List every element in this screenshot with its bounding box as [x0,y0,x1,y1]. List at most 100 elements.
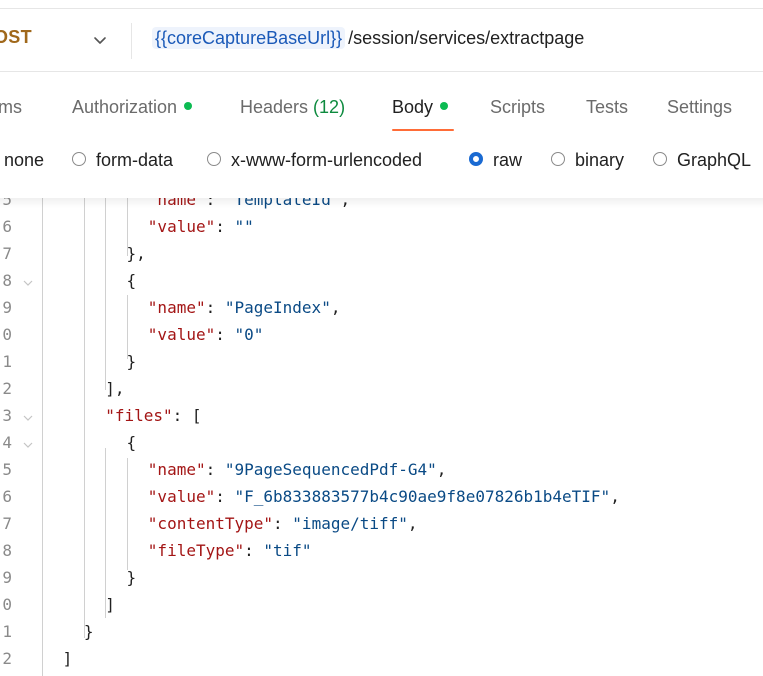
tab-label: Settings [667,97,733,117]
code-line: 9 "name": "PageIndex", [0,298,763,325]
json-key: "value" [147,325,216,344]
indent-guide [127,458,128,570]
line-number: 7 [2,514,12,533]
code-text: "fileType": "tif" [148,541,312,560]
fold-chevron-icon[interactable] [22,277,34,289]
code-text: ] [105,595,115,614]
line-number: 5 [2,460,12,479]
fold-chevron-icon[interactable] [22,412,34,424]
radio-form-data[interactable] [72,152,86,166]
code-text: { [127,433,137,452]
json-punctuation: : [205,298,225,317]
line-number: 0 [2,325,12,344]
json-punctuation: ] [62,649,73,668]
code-line: 8{ [0,271,763,298]
tab-settings[interactable]: Settings [667,97,732,118]
line-number: 3 [2,406,12,425]
url-variable[interactable]: {{coreCaptureBaseUrl}} [152,27,346,49]
mode-form-data[interactable]: form-data [96,150,173,171]
radio-raw[interactable] [469,152,483,166]
code-text: "contentType": "image/tiff", [148,514,418,533]
fold-chevron-icon[interactable] [22,439,34,451]
json-punctuation: , [610,487,620,506]
code-line: 0 "value": "0" [0,325,763,352]
code-line: 6 "value": "F_6b833883577b4c90ae9f8e07826… [0,487,763,514]
tab-label: Body [392,97,434,117]
code-line: 2], [0,379,763,406]
json-punctuation: ] [105,595,115,614]
line-number: 2 [2,649,12,668]
tab-count: (12) [313,97,346,117]
json-key: "files" [105,406,173,425]
code-line: 5 "name": "9PageSequencedPdf-G4", [0,460,763,487]
mode-raw[interactable]: raw [493,150,522,171]
tab-label: rams [0,97,22,117]
tab-body[interactable]: Body [392,97,449,118]
indent-guide [105,448,106,618]
code-text: }, [127,244,146,263]
radio-graphql[interactable] [653,152,667,166]
line-number: 2 [2,379,12,398]
code-line: 1} [0,352,763,379]
code-editor[interactable]: 5"name": "TemplateId",6"value": ""7},8{9… [0,198,763,676]
json-punctuation: ], [105,379,125,398]
json-punctuation: : [244,541,264,560]
json-punctuation: : [215,487,235,506]
mode-urlencoded[interactable]: x-www-form-urlencoded [231,150,422,171]
code-text: ], [105,379,124,398]
code-text: { [127,271,137,290]
radio-urlencoded[interactable] [207,152,221,166]
json-punctuation: : [215,217,235,236]
request-tabs: rams Authorization Headers (12) Body Scr… [0,86,763,132]
indent-guide [127,295,128,359]
code-text: "files": [ [105,406,201,425]
json-punctuation: , [436,460,447,479]
code-text: "value": "F_6b833883577b4c90ae9f8e07826b… [148,487,620,506]
json-string: "9PageSequencedPdf-G4" [224,460,437,479]
json-punctuation: }, [126,244,146,263]
indent-guide [84,198,85,638]
tab-scripts[interactable]: Scripts [490,97,545,118]
json-punctuation: : [273,514,293,533]
tab-authorization[interactable]: Authorization [72,97,193,118]
line-number: 7 [2,244,12,263]
json-punctuation: { [126,433,137,452]
line-number: 6 [2,217,12,236]
radio-binary[interactable] [551,152,565,166]
tab-params[interactable]: rams [0,97,22,118]
line-number: 4 [2,433,12,452]
json-key: "value" [147,217,216,236]
line-number: 0 [2,595,12,614]
indent-guide [105,198,106,390]
body-type-selector: none form-data x-www-form-urlencoded raw… [0,146,763,176]
json-string: "" [234,217,254,236]
code-line: 7}, [0,244,763,271]
json-string: "PageIndex" [224,298,331,317]
method-select[interactable]: OST [0,27,32,48]
chevron-down-icon[interactable] [92,32,108,48]
active-tab-indicator [392,129,454,131]
tab-tests[interactable]: Tests [586,97,628,118]
mode-graphql[interactable]: GraphQL [677,150,751,171]
mode-binary[interactable]: binary [575,150,624,171]
code-line: 9} [0,568,763,595]
tab-headers[interactable]: Headers (12) [240,97,345,118]
json-string: "F_6b833883577b4c90ae9f8e07826b1b4eTIF" [234,487,611,506]
code-line: 3 "files": [ [0,406,763,433]
url-path: /session/services/extractpage [348,28,585,48]
status-dot [184,102,193,111]
line-number: 6 [2,487,12,506]
line-number: 9 [2,298,12,317]
url-input[interactable]: {{coreCaptureBaseUrl}}/session/services/… [152,27,585,49]
code-text: } [84,622,94,641]
json-punctuation: , [407,514,418,533]
code-line: 7 "contentType": "image/tiff", [0,514,763,541]
line-number: 1 [2,352,12,371]
code-text: ] [63,649,73,668]
code-line: 8 "fileType": "tif" [0,541,763,568]
json-punctuation: : [ [172,406,202,425]
tab-label: Authorization [72,97,178,117]
json-punctuation: { [126,271,137,290]
mode-none[interactable]: none [4,150,44,171]
code-line: 4{ [0,433,763,460]
